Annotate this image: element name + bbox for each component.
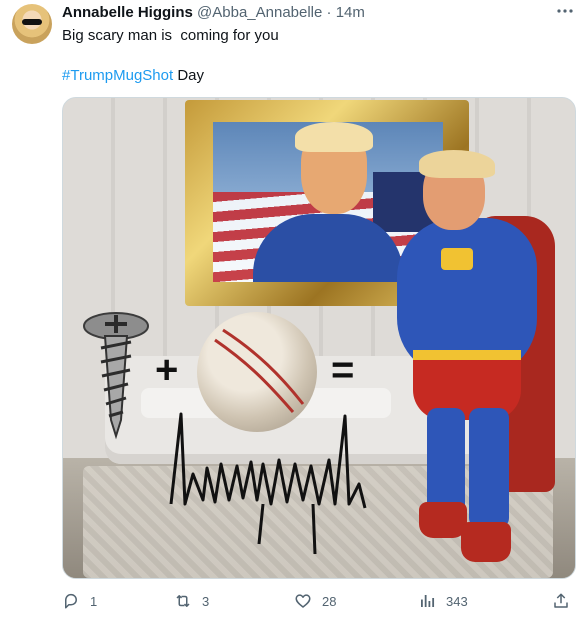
tweet-text-suffix: Day	[173, 67, 205, 84]
tweet-actions: 1 3 28 343	[62, 590, 576, 614]
tweet-text-line2: #TrumpMugShot Day	[62, 67, 204, 85]
figure-boot-right	[461, 522, 511, 562]
tweet-image[interactable]: + =	[62, 97, 576, 579]
equals-symbol: =	[331, 348, 355, 392]
reply-button[interactable]: 1	[62, 590, 97, 612]
plus-symbol: +	[155, 348, 179, 392]
tweet: Annabelle Higgins @Abba_Annabelle · 14m …	[0, 0, 588, 622]
tweet-text-line1: Big scary man is coming for you	[62, 27, 279, 44]
share-icon	[554, 593, 568, 608]
reply-icon	[65, 593, 77, 609]
share-button[interactable]	[552, 590, 580, 612]
figure-belt	[413, 350, 521, 360]
author-handle[interactable]: @Abba_Annabelle	[197, 4, 322, 21]
screw-icon	[83, 312, 149, 440]
painted-hair	[295, 122, 373, 152]
view-count: 343	[446, 593, 468, 609]
reply-count: 1	[90, 593, 98, 609]
sunglasses-icon	[22, 19, 42, 25]
views-button[interactable]: 343	[418, 590, 468, 612]
tweet-header: Annabelle Higgins @Abba_Annabelle · 14m	[62, 4, 365, 22]
like-button[interactable]: 28	[294, 590, 336, 612]
signature	[169, 412, 367, 554]
avatar[interactable]	[12, 4, 52, 44]
like-count: 28	[322, 593, 337, 609]
figure-emblem	[441, 248, 473, 270]
figure-leg-right	[469, 408, 509, 528]
hashtag-link[interactable]: #TrumpMugShot	[62, 67, 173, 84]
timestamp[interactable]: 14m	[336, 4, 365, 21]
figure-boot-left	[419, 502, 467, 538]
figure-hair	[419, 150, 495, 178]
retweet-count: 3	[202, 593, 210, 609]
separator: ·	[326, 4, 332, 21]
views-chart-icon	[421, 595, 435, 607]
retweet-icon	[176, 595, 190, 607]
more-horizontal-icon	[557, 9, 573, 13]
heart-icon	[295, 594, 311, 608]
more-options-button[interactable]	[556, 2, 574, 25]
author-name[interactable]: Annabelle Higgins	[62, 4, 193, 21]
retweet-button[interactable]: 3	[174, 590, 209, 612]
